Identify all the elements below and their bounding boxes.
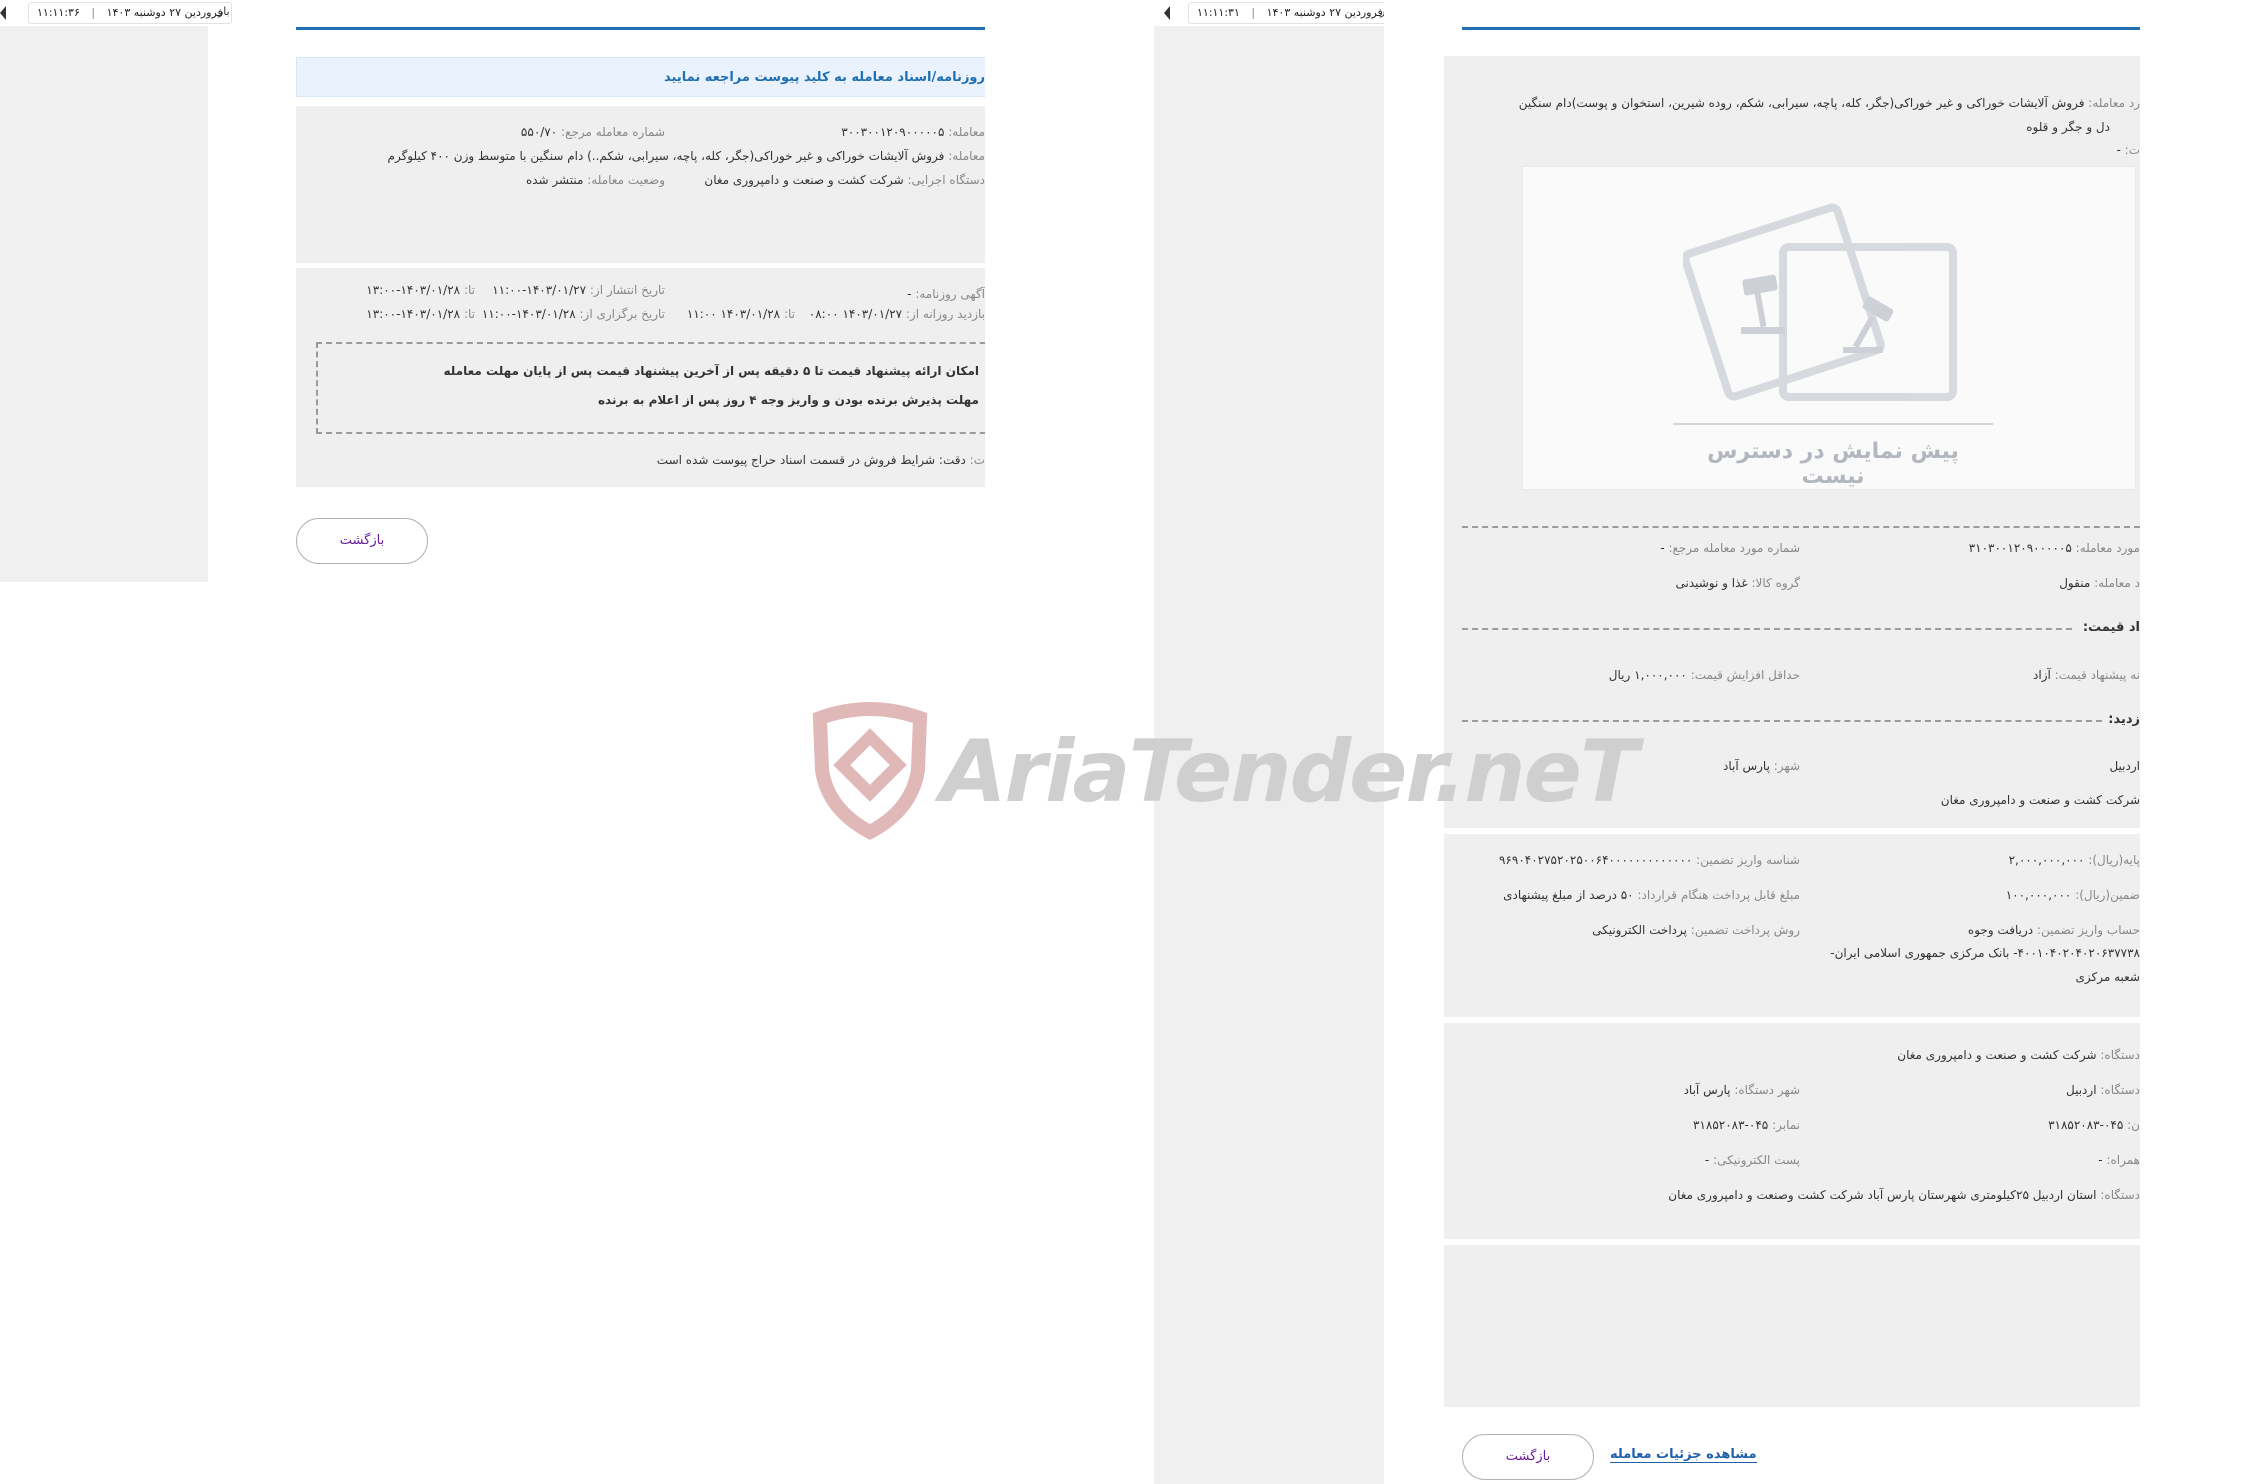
visit-organization: شرکت کشت و صنعت و دامپروری مغان [1940, 793, 2140, 807]
header-accent-line [296, 27, 985, 30]
reference-number: شماره معامله مرجع: ۵۵۰/۷۰ [520, 125, 665, 139]
datetime-chip: فروردین ۲۷ دوشنبه ۱۴۰۳ | ۱۱:۱۱:۳۶ [28, 2, 232, 24]
hold-from: تاریخ برگزاری از: ۱۴۰۳/۰۱/۲۸-۱۱:۰۰ [481, 307, 665, 321]
preview-placeholder: پیش نمایش در دسترس نیست [1522, 166, 2136, 490]
item-description: ت: - [2116, 143, 2140, 157]
bank-account: ۴۰۰۱۰۴۰۲۰۴۰۲۰۶۳۷۷۳۸- بانک مرکزی جمهوری ا… [1830, 946, 2140, 960]
visit-to: تا: ۱۴۰۳/۰۱/۲۸ ۱۱:۰۰ [686, 307, 795, 321]
panel1-main: روزنامه/اسناد معامله به کلید پیوست مراجع… [292, 0, 985, 582]
condition-line-1: امکان ارائه پیشنهاد قیمت تا ۵ دقیقه پس ا… [443, 364, 979, 378]
remark: ت: دقت: شرایط فروش در قسمت اسناد حراج پی… [656, 453, 985, 467]
divider-1 [1462, 526, 2140, 528]
condition-line-2: مهلت پذیرش برنده بودن و واریز وجه ۴ روز … [597, 393, 979, 407]
dropdown-icon[interactable] [0, 6, 6, 20]
item-subject: رد معامله: فروش آلایشات خوراکی و غیر خور… [1518, 96, 2140, 110]
guarantee-account: حساب واریز تضمین: دریافت وجوه [1967, 923, 2140, 937]
date-text: فروردین ۲۷ دوشنبه ۱۴۰۳ [1266, 6, 1383, 19]
auction-gavel-icon [1683, 203, 1957, 401]
attachments-section [1444, 1245, 2140, 1407]
org-mobile: همراه: - [2098, 1153, 2140, 1167]
item-number: مورد معامله: ۳۱۰۳۰۰۱۲۰۹۰۰۰۰۰۵ [1968, 541, 2140, 555]
preview-unavailable-text: پیش نمایش در دسترس نیست [1707, 439, 1959, 489]
panel1-topbar: فروردین ۲۷ دوشنبه ۱۴۰۳ | ۱۱:۱۱:۳۶ بار [0, 0, 232, 26]
visit-from: بازدید روزانه از: ۱۴۰۳/۰۱/۲۷ ۰۸:۰۰ [808, 307, 985, 321]
executive-organization: دستگاه اجرایی: شرکت کشت و صنعت و دامپرور… [704, 173, 985, 187]
topbar-tail: بار [218, 5, 230, 18]
panel2-topbar: فروردین ۲۷ دوشنبه ۱۴۰۳ | ۱۱:۱۱:۳۱ بار [1158, 0, 1398, 26]
panel1-sidebar [0, 26, 208, 582]
visit-city: شهر: پارس آباد [1722, 759, 1800, 773]
deal-status: وضعیت معامله: منتشر شده [525, 173, 665, 187]
time-text: ۱۱:۱۱:۳۶ [37, 6, 80, 19]
documents-notice: روزنامه/اسناد معامله به کلید پیوست مراجع… [296, 57, 985, 97]
publish-from: تاریخ انتشار از: ۱۴۰۳/۰۱/۲۷-۱۱:۰۰ [492, 283, 665, 297]
offer-type: نه پیشنهاد قیمت: آزاد [2033, 668, 2140, 682]
contract-payment: مبلغ قابل پرداخت هنگام قرارداد: ۵۰ درصد … [1503, 888, 1800, 902]
item-subject-cont: دل و جگر و قلوه [2026, 120, 2110, 134]
guarantee-id: شناسه واریز تضمین: ۹۶۹۰۴۰۲۷۵۲۰۲۵۰۰۶۴۰۰۰۰… [1498, 853, 1800, 867]
goods-group: گروه کالا: غذا و نوشیدنی [1675, 576, 1800, 590]
preview-rule [1673, 423, 1993, 425]
guarantee-method: روش پرداخت تضمین: پرداخت الکترونیکی [1592, 923, 1800, 937]
watermark-shield-icon [812, 702, 928, 840]
price-section-title: اد قیمت: [2082, 620, 2140, 635]
reference-item-number: شماره مورد معامله مرجع: - [1660, 541, 1800, 555]
separator: | [91, 6, 96, 19]
hold-to: تا: ۱۴۰۳/۰۱/۲۸-۱۳:۰۰ [366, 307, 475, 321]
separator: | [1251, 6, 1256, 19]
visit-province: اردبیل [2109, 759, 2140, 773]
org-city: شهر دستگاه: پارس آباد [1683, 1083, 1800, 1097]
guarantee-amount: ضمین(ریال): ۱۰۰,۰۰۰,۰۰۰ [2005, 888, 2140, 902]
datetime-chip: فروردین ۲۷ دوشنبه ۱۴۰۳ | ۱۱:۱۱:۳۱ [1188, 2, 1392, 24]
deal-number: معامله: ۳۰۰۳۰۰۱۲۰۹۰۰۰۰۰۵ [841, 125, 985, 139]
view-deal-details-link[interactable]: مشاهده جزئیات معامله [1610, 1447, 1757, 1463]
bank-branch: شعبه مرکزی [2075, 970, 2141, 984]
back-button[interactable]: بازگشت [296, 518, 428, 564]
org-email: پست الکترونیکی: - [1704, 1153, 1800, 1167]
back-button[interactable]: بازگشت [1462, 1434, 1594, 1480]
org-phone: ن: ۰۴۵-۳۱۸۵۲۰۸۳ [2048, 1118, 2140, 1132]
publish-to: تا: ۱۴۰۳/۰۱/۲۸-۱۳:۰۰ [366, 283, 475, 297]
date-text: فروردین ۲۷ دوشنبه ۱۴۰۳ [106, 6, 223, 19]
deal-subject: معامله: فروش آلایشات خوراکی و غیر خوراکی… [387, 149, 985, 163]
base-price: پایه(ریال): ۲,۰۰۰,۰۰۰,۰۰۰ [2008, 853, 2140, 867]
dropdown-icon[interactable] [1164, 6, 1170, 20]
visit-section-title: زدید: [2108, 712, 2140, 727]
newspaper-ad: آگهی روزنامه: - [907, 287, 985, 301]
divider-3 [1462, 720, 2102, 722]
org-name: دستگاه: شرکت کشت و صنعت و دامپروری مغان [1897, 1048, 2140, 1062]
org-fax: نمابر: ۰۴۵-۳۱۸۵۲۰۸۳ [1692, 1118, 1800, 1132]
min-increase: حداقل افزایش قیمت: ۱,۰۰۰,۰۰۰ ریال [1608, 668, 1800, 682]
org-address: دستگاه: استان اردبیل ۲۵کیلومتری شهرستان … [1668, 1188, 2140, 1202]
panel2-sidebar [1154, 26, 1384, 1484]
org-province: دستگاه: اردبیل [2066, 1083, 2140, 1097]
conditions-box [316, 342, 985, 434]
divider-2 [1462, 628, 2072, 630]
panel2-main: رد معامله: فروش آلایشات خوراکی و غیر خور… [1384, 0, 2140, 1484]
deal-type: د معامله: منقول [2059, 576, 2140, 590]
time-text: ۱۱:۱۱:۳۱ [1197, 6, 1240, 19]
header-accent-line [1462, 27, 2140, 30]
